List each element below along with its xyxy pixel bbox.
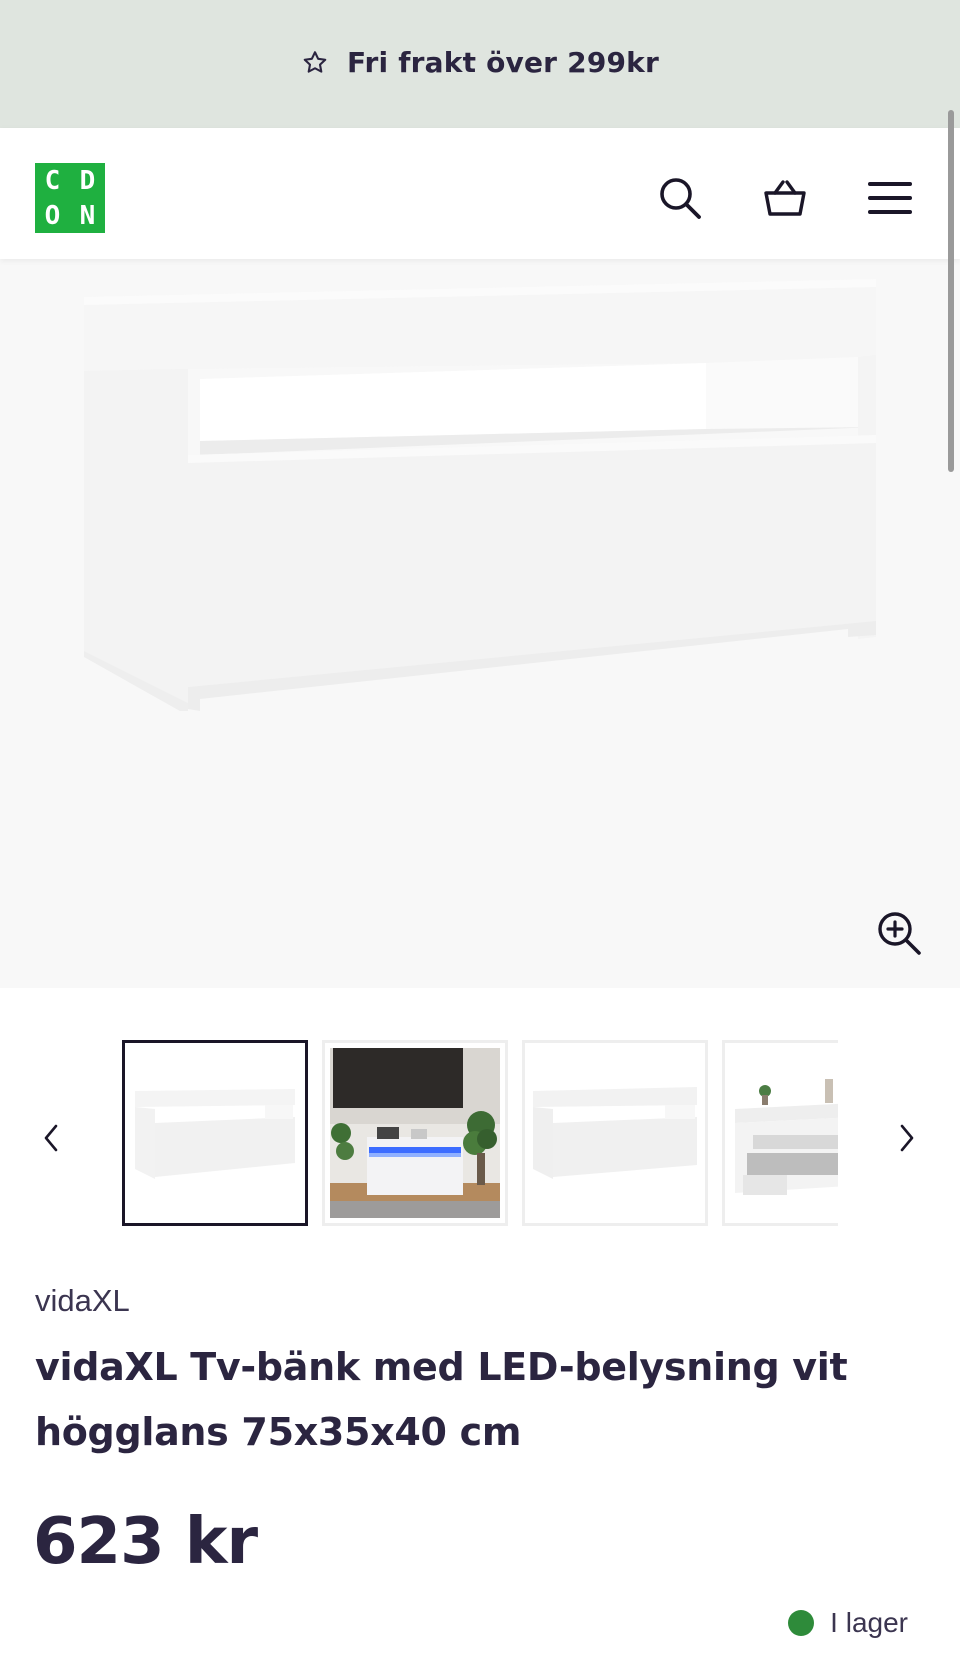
cdon-logo[interactable]: C D O N	[35, 163, 105, 233]
thumbnail-image	[533, 1087, 697, 1179]
thumbnail-4[interactable]	[722, 1040, 838, 1226]
thumbnail-carousel	[0, 1040, 960, 1235]
chevron-left-icon[interactable]	[34, 1120, 70, 1156]
product-brand[interactable]: vidaXL	[35, 1283, 130, 1319]
product-price: 623 kr	[33, 1505, 258, 1579]
menu-icon[interactable]	[866, 174, 914, 222]
tv-bench-image	[84, 279, 876, 711]
stock-indicator-dot	[788, 1610, 815, 1636]
page-scrollbar[interactable]	[948, 110, 954, 472]
stock-status: I lager	[788, 1607, 908, 1639]
site-header: C D O N	[0, 128, 960, 259]
product-title: vidaXL Tv-bänk med LED-belysning vit hög…	[35, 1345, 848, 1454]
logo-letter: C	[44, 165, 61, 196]
promo-text: Fri frakt över 299kr	[346, 46, 660, 79]
product-main-image[interactable]	[0, 259, 960, 988]
logo-letter: D	[79, 165, 96, 196]
zoom-in-icon[interactable]	[874, 908, 924, 958]
thumbnail-image	[135, 1089, 295, 1179]
logo-letter: N	[79, 200, 96, 231]
logo-letter: O	[44, 200, 61, 231]
thumbnail-3[interactable]	[522, 1040, 708, 1226]
chevron-right-icon[interactable]	[888, 1120, 924, 1156]
thumbnail-2[interactable]	[322, 1040, 508, 1226]
basket-icon[interactable]	[761, 174, 809, 222]
thumbnail-image	[330, 1048, 500, 1218]
thumbnail-image	[730, 1048, 838, 1218]
thumbnail-1[interactable]	[122, 1040, 308, 1226]
promo-bar: Fri frakt över 299kr	[0, 0, 960, 128]
thumbnail-track	[122, 1040, 838, 1235]
star-outline-icon	[303, 50, 327, 73]
search-icon[interactable]	[656, 174, 704, 222]
stock-text: I lager	[830, 1607, 908, 1638]
